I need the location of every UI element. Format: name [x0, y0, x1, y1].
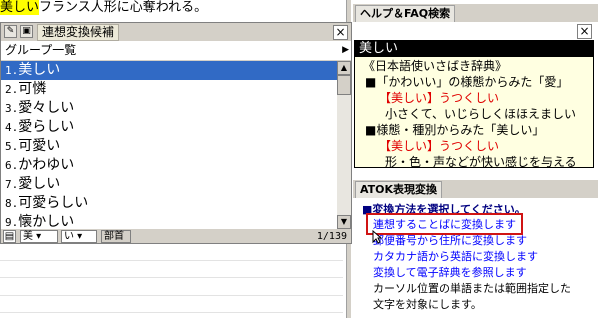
scroll-thumb[interactable]	[337, 75, 351, 95]
link-dictionary-reference[interactable]: 変換して電子辞典を参照します	[373, 265, 527, 281]
candidate-item[interactable]: 3.愛々しい	[1, 99, 337, 118]
candidate-item[interactable]: 6.かわゆい	[1, 156, 337, 175]
candidate-number: 4.	[5, 121, 19, 134]
help-panel-titlebar: ヘルプ＆FAQ検索	[353, 4, 598, 22]
filter-ending-value: い	[64, 231, 74, 242]
radical-button[interactable]: 部首	[101, 230, 131, 243]
candidate-text: 可憐	[18, 81, 47, 97]
dictionary-entry: 【美しい】うつくしい	[379, 138, 499, 154]
candidate-text: 愛らしい	[18, 119, 75, 135]
mouse-pointer-icon	[372, 230, 382, 244]
candidate-number: 8.	[5, 197, 19, 210]
candidate-text: 可愛い	[18, 138, 61, 154]
triangle-right-icon: ▶	[342, 45, 349, 55]
group-list-row[interactable]: グループ一覧 ▶	[1, 41, 351, 60]
link-postal-code-conversion[interactable]: 郵便番号から住所に変換します	[373, 233, 527, 249]
dictionary-source: 《日本語使いさばき辞典》	[363, 59, 508, 73]
candidate-item[interactable]: 7.愛しい	[1, 175, 337, 194]
editor-rule	[0, 277, 343, 278]
editor-line[interactable]: 美しいフランス人形に心奪われる。	[0, 0, 207, 16]
candidate-number: 6.	[5, 159, 19, 172]
atok-note: 文字を対象にします。	[373, 298, 482, 311]
candidate-item[interactable]: 1.美しい	[1, 61, 337, 80]
candidate-number: 9.	[5, 216, 19, 229]
copy-icon[interactable]: ▣	[20, 25, 33, 38]
link-katakana-english-conversion[interactable]: カタカナ語から英語に変換します	[373, 249, 538, 265]
candidate-text: 愛しい	[18, 176, 61, 192]
entry-term: 【美しい】	[379, 91, 440, 105]
candidate-item[interactable]: 4.愛らしい	[1, 118, 337, 137]
entry-reading: うつくしい	[439, 91, 500, 105]
candidate-text: かわゆい	[18, 157, 75, 173]
candidate-number: 3.	[5, 102, 19, 115]
focus-highlight-box	[366, 213, 523, 235]
candidate-number: 2.	[5, 83, 19, 96]
candidate-item[interactable]: 8.可愛らしい	[1, 194, 337, 213]
close-icon[interactable]: ×	[577, 24, 592, 39]
atok-panel-title[interactable]: ATOK表現変換	[355, 181, 443, 198]
filter-ending-select[interactable]: い ▾	[61, 230, 97, 243]
candidate-number: 1.	[5, 64, 19, 77]
dictionary-popup: 美しい 《日本語使いさばき辞典》 ■「かわいい」の様態からみた「愛」 【美しい】…	[354, 40, 594, 168]
candidate-text: 可愛らしい	[18, 195, 89, 211]
group-list-label: グループ一覧	[5, 43, 77, 57]
pen-icon[interactable]: ✎	[4, 25, 17, 38]
dictionary-section: ■「かわいい」の様態からみた「愛」	[365, 75, 569, 89]
scroll-down-icon[interactable]: ▼	[337, 215, 351, 229]
candidate-window-title: 連想変換候補	[37, 24, 120, 41]
candidate-item[interactable]: 5.可愛い	[1, 137, 337, 156]
candidate-list: 1.美しい 2.可憐 3.愛々しい 4.愛らしい 5.可愛い 6.かわゆい 7.…	[1, 61, 337, 230]
close-icon[interactable]: ×	[333, 25, 348, 40]
candidate-text: 美しい	[18, 62, 61, 78]
dictionary-definition: 小さくて、いじらしくほほえましい	[385, 107, 577, 121]
candidate-titlebar[interactable]: ✎ ▣ 連想変換候補 ×	[1, 23, 351, 41]
dictionary-section: ■様態・種別からみた「美しい」	[365, 123, 545, 137]
dictionary-definition: 形・色・声などが快い感じを与える	[385, 155, 577, 168]
atok-panel-titlebar: ATOK表現変換	[353, 180, 598, 198]
candidate-number: 5.	[5, 140, 19, 153]
candidate-footer: ▤ 美 ▾ い ▾ 部首 1/139	[1, 230, 351, 243]
editor-rule	[0, 312, 343, 313]
scroll-up-icon[interactable]: ▲	[337, 61, 351, 75]
candidate-window: ✎ ▣ 連想変換候補 × グループ一覧 ▶ 1.美しい 2.可憐 3.愛々しい …	[0, 22, 352, 244]
filter-reading-value: 美	[23, 231, 33, 242]
candidate-scrollbar[interactable]: ▲ ▼	[337, 61, 351, 229]
entry-term: 【美しい】	[379, 139, 440, 153]
candidate-text: 愛々しい	[18, 100, 75, 116]
candidate-text: 懐かしい	[18, 214, 75, 230]
candidate-number: 7.	[5, 178, 19, 191]
editor-rule	[0, 295, 343, 296]
filter-reading-select[interactable]: 美 ▾	[20, 230, 58, 243]
candidate-count: 1/139	[316, 231, 347, 242]
entry-reading: うつくしい	[439, 139, 500, 153]
dictionary-entry: 【美しい】うつくしい	[379, 90, 499, 106]
help-panel-title[interactable]: ヘルプ＆FAQ検索	[355, 5, 456, 22]
document-icon[interactable]: ▤	[3, 230, 16, 243]
editor-text: フランス人形に心奪われる。	[39, 0, 208, 15]
editor-highlighted-word[interactable]: 美しい	[0, 0, 40, 15]
dictionary-heading: 美しい	[355, 41, 593, 57]
candidate-item[interactable]: 2.可憐	[1, 80, 337, 99]
atok-note: カーソル位置の単語または範囲指定した	[373, 282, 571, 295]
editor-rule	[0, 260, 343, 261]
